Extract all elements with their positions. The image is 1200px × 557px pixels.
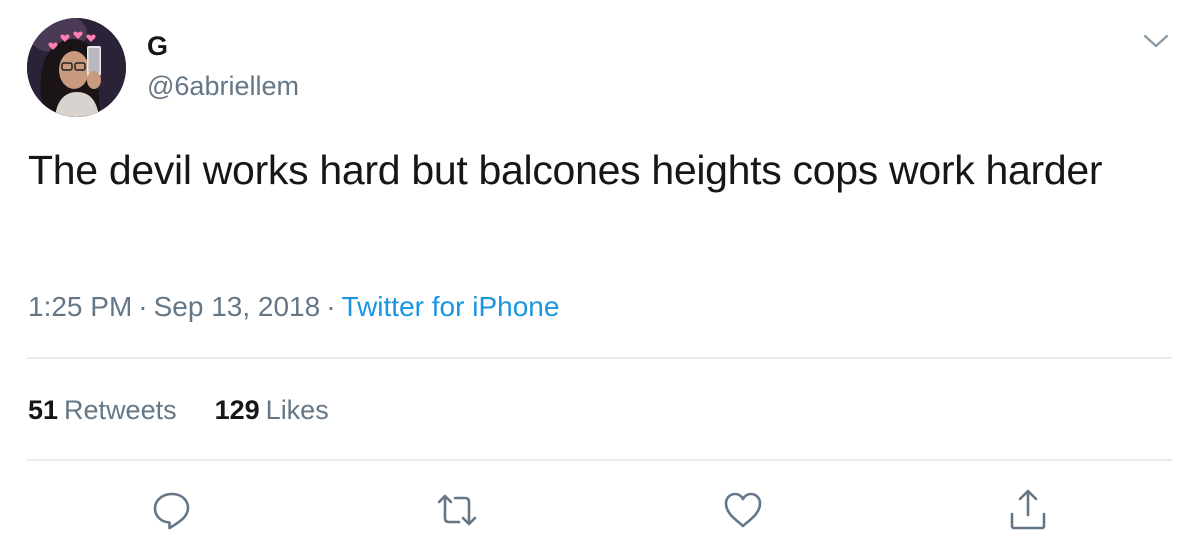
retweets-stat[interactable]: 51 Retweets	[28, 392, 177, 428]
likes-label: Likes	[265, 395, 329, 425]
retweet-icon[interactable]	[435, 488, 479, 532]
reply-icon[interactable]	[150, 488, 194, 532]
tweet-time[interactable]: 1:25 PM	[28, 291, 132, 322]
meta-separator: ·	[326, 291, 336, 322]
tweet-meta: 1:25 PM · Sep 13, 2018 · Twitter for iPhone	[28, 289, 559, 325]
likes-stat[interactable]: 129 Likes	[215, 392, 329, 428]
divider	[27, 459, 1172, 461]
retweets-label: Retweets	[64, 395, 177, 425]
tweet-text: The devil works hard but balcones height…	[28, 147, 1103, 193]
likes-count: 129	[214, 395, 260, 425]
user-handle[interactable]: @6abriellem	[147, 70, 299, 102]
display-name[interactable]: G	[147, 30, 168, 62]
tweet-date[interactable]: Sep 13, 2018	[154, 291, 321, 322]
avatar[interactable]	[27, 18, 126, 117]
tweet-stats: 51 Retweets 129 Likes	[28, 392, 329, 428]
retweets-count: 51	[28, 395, 59, 425]
divider	[27, 357, 1172, 359]
meta-separator: ·	[138, 291, 148, 322]
chevron-down-icon[interactable]	[1141, 30, 1171, 52]
heart-icon[interactable]	[721, 488, 765, 532]
share-icon[interactable]	[1006, 488, 1050, 532]
tweet-card: G @6abriellem The devil works hard but b…	[0, 0, 1200, 557]
avatar-image	[27, 18, 126, 117]
tweet-source-link[interactable]: Twitter for iPhone	[342, 291, 560, 322]
